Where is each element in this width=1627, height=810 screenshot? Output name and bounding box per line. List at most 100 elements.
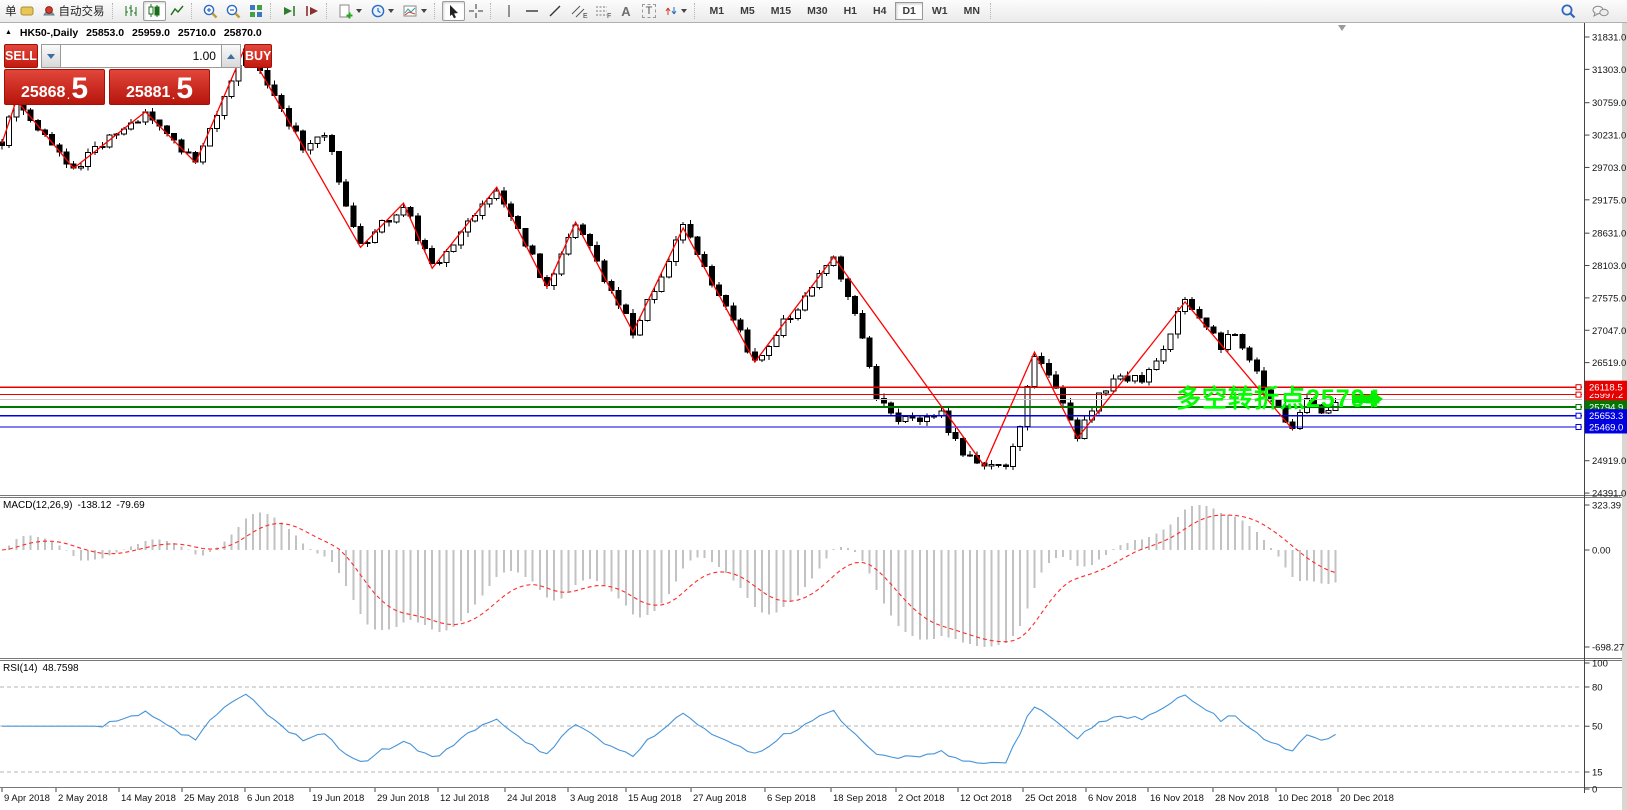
- chart-shift-marker[interactable]: [1338, 25, 1346, 31]
- rsi-label: RSI(14)48.7598: [3, 663, 84, 674]
- auto-scroll-button[interactable]: [278, 1, 301, 21]
- zoom-out-button[interactable]: [222, 1, 245, 21]
- timeframe-h4[interactable]: H4: [866, 2, 893, 20]
- vertical-line-icon: [502, 3, 516, 19]
- candlestick-chart-button[interactable]: [143, 1, 166, 21]
- bar-chart-button[interactable]: [120, 1, 143, 21]
- timeframe-m1[interactable]: M1: [703, 2, 732, 20]
- line-chart-button[interactable]: [166, 1, 189, 21]
- svg-text:15: 15: [1592, 767, 1603, 778]
- svg-text:30759.0: 30759.0: [1592, 98, 1626, 109]
- trendline-button[interactable]: [544, 1, 567, 21]
- volume-input[interactable]: [61, 44, 221, 68]
- svg-text:6 Nov 2018: 6 Nov 2018: [1088, 793, 1137, 804]
- price-tag: 25653.3: [1576, 409, 1627, 422]
- horizontal-line-button[interactable]: [521, 1, 544, 21]
- svg-text:F: F: [607, 13, 611, 19]
- arrow-objects-icon: [664, 3, 679, 19]
- template-icon: [402, 3, 419, 19]
- svg-text:2 Oct 2018: 2 Oct 2018: [898, 793, 944, 804]
- sell-price[interactable]: 25868 . 5: [4, 69, 105, 105]
- periods-button[interactable]: [367, 1, 399, 21]
- zoom-in-button[interactable]: [199, 1, 222, 21]
- timeframe-d1[interactable]: D1: [895, 2, 922, 20]
- macd-label: MACD(12,26,9)-138.12-79.69: [3, 500, 150, 511]
- timeframe-h1[interactable]: H1: [837, 2, 864, 20]
- arrows-button[interactable]: [661, 1, 692, 21]
- svg-text:25 Oct 2018: 25 Oct 2018: [1025, 793, 1077, 804]
- fibonacci-button[interactable]: F: [591, 1, 615, 21]
- toolbar-separator: [112, 3, 118, 19]
- svg-text:29703.0: 29703.0: [1592, 163, 1626, 174]
- svg-text:28 Nov 2018: 28 Nov 2018: [1215, 793, 1269, 804]
- toolbar-separator: [191, 3, 197, 19]
- timeframe-mn[interactable]: MN: [957, 2, 987, 20]
- new-order-button[interactable]: 单: [0, 1, 38, 21]
- autotrading-label: 自动交易: [59, 3, 105, 19]
- timeframe-w1[interactable]: W1: [925, 2, 955, 20]
- autotrading-button[interactable]: 自动交易: [38, 1, 110, 21]
- chart-shift-button[interactable]: [301, 1, 324, 21]
- text-button[interactable]: A: [615, 1, 638, 21]
- toolbar-separator: [694, 3, 700, 19]
- horizontal-line-icon: [524, 3, 540, 19]
- timeframe-m5[interactable]: M5: [733, 2, 762, 20]
- svg-text:16 Nov 2018: 16 Nov 2018: [1150, 793, 1204, 804]
- search-button[interactable]: [1557, 1, 1580, 21]
- equidistant-channel-button[interactable]: E: [567, 1, 591, 21]
- ohlc-high: 25959.0: [132, 27, 170, 39]
- svg-text:6 Sep 2018: 6 Sep 2018: [767, 793, 816, 804]
- chevron-down-icon: [421, 9, 427, 13]
- bar-chart-icon: [123, 3, 139, 19]
- annotation-arrow-icon[interactable]: [1352, 389, 1384, 409]
- svg-text:27575.0: 27575.0: [1592, 293, 1626, 304]
- buy-button[interactable]: BUY: [244, 44, 272, 68]
- toolbar-separator: [434, 3, 440, 19]
- svg-text:18 Sep 2018: 18 Sep 2018: [833, 793, 887, 804]
- svg-text:0.00: 0.00: [1592, 546, 1611, 557]
- svg-text:31831.0: 31831.0: [1592, 33, 1626, 44]
- auto-scroll-icon: [281, 3, 297, 19]
- svg-text:50: 50: [1592, 722, 1603, 733]
- price-tag: 26118.5: [1576, 381, 1627, 394]
- text-label-button[interactable]: T: [638, 1, 661, 21]
- search-icon: [1560, 3, 1577, 20]
- svg-text:3 Aug 2018: 3 Aug 2018: [570, 793, 618, 804]
- price-tag: 25469.0: [1576, 420, 1627, 433]
- tile-windows-button[interactable]: [245, 1, 268, 21]
- svg-text:15 Aug 2018: 15 Aug 2018: [628, 793, 681, 804]
- ohlc-open: 25853.0: [86, 27, 124, 39]
- new-order-label: 单: [5, 3, 17, 19]
- svg-text:12 Jul 2018: 12 Jul 2018: [440, 793, 489, 804]
- turning-point-annotation[interactable]: 多空转折点25794: [1176, 379, 1381, 415]
- templates-button[interactable]: [399, 1, 432, 21]
- sell-button[interactable]: SELL: [4, 44, 38, 68]
- svg-text:24919.0: 24919.0: [1592, 456, 1626, 467]
- timeframe-m15[interactable]: M15: [764, 2, 798, 20]
- collapse-panel-icon[interactable]: ▲: [5, 29, 12, 36]
- svg-text:20 Dec 2018: 20 Dec 2018: [1340, 793, 1394, 804]
- crosshair-button[interactable]: [465, 1, 488, 21]
- one-click-trading-panel: SELL BUY 25868 . 5 25881 . 5: [4, 44, 210, 105]
- chat-button[interactable]: [1588, 1, 1613, 21]
- rsi-line: [2, 694, 1336, 763]
- new-chart-icon: [337, 3, 354, 19]
- svg-text:24 Jul 2018: 24 Jul 2018: [507, 793, 556, 804]
- svg-text:26519.0: 26519.0: [1592, 358, 1626, 369]
- new-chart-button[interactable]: [334, 1, 367, 21]
- cursor-button[interactable]: [442, 1, 465, 21]
- triangle-up-icon: [227, 54, 235, 59]
- svg-text:80: 80: [1592, 682, 1603, 693]
- cursor-icon: [445, 3, 461, 19]
- vertical-line-button[interactable]: [498, 1, 521, 21]
- timeframe-m30[interactable]: M30: [800, 2, 834, 20]
- chart-title: ▲ HK50-,Daily 25853.0 25959.0 25710.0 25…: [5, 27, 267, 39]
- svg-text:25 May 2018: 25 May 2018: [184, 793, 239, 804]
- volume-decrease-button[interactable]: [41, 44, 61, 68]
- buy-price[interactable]: 25881 . 5: [109, 69, 210, 105]
- svg-text:28631.0: 28631.0: [1592, 229, 1626, 240]
- chevron-down-icon: [388, 9, 394, 13]
- volume-increase-button[interactable]: [221, 44, 241, 68]
- date-axis: 9 Apr 20182 May 201814 May 201825 May 20…: [2, 788, 1394, 804]
- new-order-icon: [19, 3, 35, 19]
